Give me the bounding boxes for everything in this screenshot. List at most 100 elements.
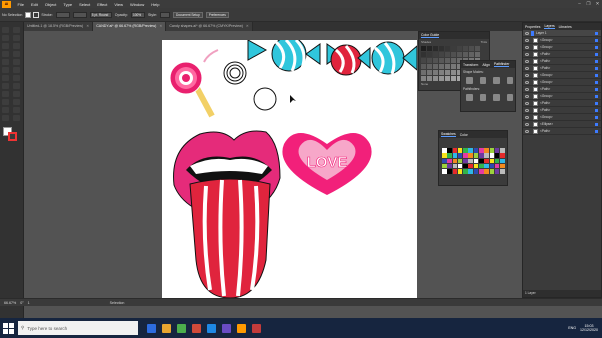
tool-icon[interactable]: [2, 107, 9, 113]
rotation-value[interactable]: 0°: [20, 301, 23, 305]
color-swatch[interactable]: [468, 169, 473, 174]
tab-candy[interactable]: CANDY.ai* @ 66.67% (RGB/Preview) ✕: [93, 22, 167, 31]
tool-icon[interactable]: [13, 91, 20, 97]
layer-item-row[interactable]: <Path>: [523, 58, 601, 65]
color-swatch[interactable]: [484, 163, 489, 169]
color-guide-swatch[interactable]: [457, 52, 462, 57]
tab-transform[interactable]: Transform: [463, 63, 478, 67]
color-swatch[interactable]: [447, 153, 452, 158]
color-swatch[interactable]: [479, 148, 484, 153]
document-setup-button[interactable]: Document Setup: [172, 11, 203, 18]
tool-icon[interactable]: [2, 115, 9, 121]
current-tool[interactable]: Selection: [110, 301, 125, 305]
color-swatch[interactable]: [473, 169, 479, 174]
color-guide-swatch[interactable]: [433, 70, 438, 75]
menu-view[interactable]: View: [111, 2, 127, 7]
color-swatch[interactable]: [468, 153, 473, 158]
color-swatch[interactable]: [484, 169, 489, 174]
color-swatch[interactable]: [484, 148, 489, 153]
color-guide-swatch[interactable]: [457, 46, 462, 51]
close-tab-icon[interactable]: ✕: [86, 24, 89, 28]
layer-item-row[interactable]: <Group>: [523, 72, 601, 79]
color-guide-swatch[interactable]: [445, 64, 450, 69]
pinned-app-icon[interactable]: [147, 323, 156, 333]
color-guide-swatch[interactable]: [433, 52, 438, 57]
color-guide-swatch[interactable]: [427, 64, 432, 69]
close-tab-icon[interactable]: ✕: [246, 24, 249, 28]
layer-item-row[interactable]: <Group>: [523, 93, 601, 100]
heart-love-artwork[interactable]: LOVE: [282, 133, 372, 195]
color-swatch[interactable]: [500, 148, 505, 153]
color-guide-swatch[interactable]: [421, 64, 426, 69]
color-swatch[interactable]: [457, 169, 463, 174]
close-button[interactable]: ✕: [593, 1, 602, 7]
color-guide-swatch[interactable]: [451, 58, 456, 63]
tool-icon[interactable]: [13, 35, 20, 41]
menu-file[interactable]: File: [14, 2, 27, 7]
color-swatch[interactable]: [442, 169, 447, 174]
visibility-eye-icon[interactable]: [525, 45, 529, 49]
layer-item-row[interactable]: <Path>: [523, 128, 601, 135]
illustrator-logo-icon[interactable]: Ai: [2, 0, 11, 8]
color-swatch[interactable]: [494, 169, 500, 174]
target-icon[interactable]: [595, 129, 598, 133]
color-guide-swatch[interactable]: [439, 58, 444, 63]
target-icon[interactable]: [595, 108, 598, 112]
visibility-eye-icon[interactable]: [525, 122, 529, 126]
pinned-app-icon[interactable]: [162, 323, 171, 333]
color-swatch[interactable]: [442, 153, 447, 158]
visibility-eye-icon[interactable]: [525, 38, 529, 42]
target-icon[interactable]: [595, 45, 598, 49]
tool-icon[interactable]: [13, 67, 20, 73]
tool-icon[interactable]: [2, 67, 9, 73]
tool-icon[interactable]: [13, 75, 20, 81]
tool-icon[interactable]: [13, 27, 20, 33]
color-guide-swatch[interactable]: [445, 52, 450, 57]
color-swatch[interactable]: [473, 158, 479, 164]
layer-item-row[interactable]: <Path>: [523, 100, 601, 107]
lollipop[interactable]: [169, 49, 219, 118]
color-swatch[interactable]: [463, 163, 468, 169]
tool-icon[interactable]: [2, 35, 9, 41]
color-swatch[interactable]: [489, 158, 495, 164]
menu-select[interactable]: Select: [76, 2, 94, 7]
visibility-eye-icon[interactable]: [525, 52, 529, 56]
menu-edit[interactable]: Edit: [27, 2, 41, 7]
artboard-number[interactable]: 1: [28, 301, 30, 305]
tool-icon[interactable]: [2, 51, 9, 57]
color-swatch[interactable]: [489, 163, 495, 169]
maximize-button[interactable]: ❐: [584, 1, 593, 7]
pinned-app-icon[interactable]: [222, 323, 231, 333]
minus-front-icon[interactable]: [479, 77, 486, 84]
tool-icon[interactable]: [13, 107, 20, 113]
color-swatch[interactable]: [468, 163, 473, 169]
tab-untitled-1[interactable]: Untitled-1 @ 18.5% (RGB/Preview) ✕: [24, 22, 94, 31]
color-swatch[interactable]: [442, 158, 447, 164]
pinned-app-icon[interactable]: [177, 323, 186, 333]
merge-icon[interactable]: [493, 94, 500, 101]
tool-icon[interactable]: [2, 99, 9, 105]
zoom-level[interactable]: 66.67%: [4, 301, 16, 305]
candy-chain[interactable]: [247, 36, 418, 76]
pinned-app-icon[interactable]: [192, 323, 201, 333]
color-guide-swatch[interactable]: [451, 70, 456, 75]
visibility-eye-icon[interactable]: [525, 108, 529, 112]
brush-profile-dropdown[interactable]: 5 pt. Round: [89, 11, 112, 18]
visibility-eye-icon[interactable]: [525, 80, 529, 84]
color-swatch[interactable]: [463, 153, 468, 158]
color-guide-swatch[interactable]: [421, 58, 426, 63]
color-swatch[interactable]: [489, 148, 495, 153]
visibility-eye-icon[interactable]: [525, 59, 529, 63]
tool-icon[interactable]: [2, 27, 9, 33]
layer-item-row[interactable]: <Group>: [523, 44, 601, 51]
close-tab-icon[interactable]: ✕: [159, 24, 162, 28]
layer-item-row[interactable]: <Group>: [523, 114, 601, 121]
tab-swatches[interactable]: Swatches: [441, 132, 456, 137]
tab-properties[interactable]: Properties: [525, 25, 540, 29]
target-icon[interactable]: [595, 101, 598, 105]
color-swatch[interactable]: [494, 163, 500, 169]
crop-icon[interactable]: [506, 94, 513, 101]
color-guide-swatch[interactable]: [451, 46, 456, 51]
layer-item-row[interactable]: <Ellipse>: [523, 121, 601, 128]
color-swatch[interactable]: [457, 148, 463, 153]
